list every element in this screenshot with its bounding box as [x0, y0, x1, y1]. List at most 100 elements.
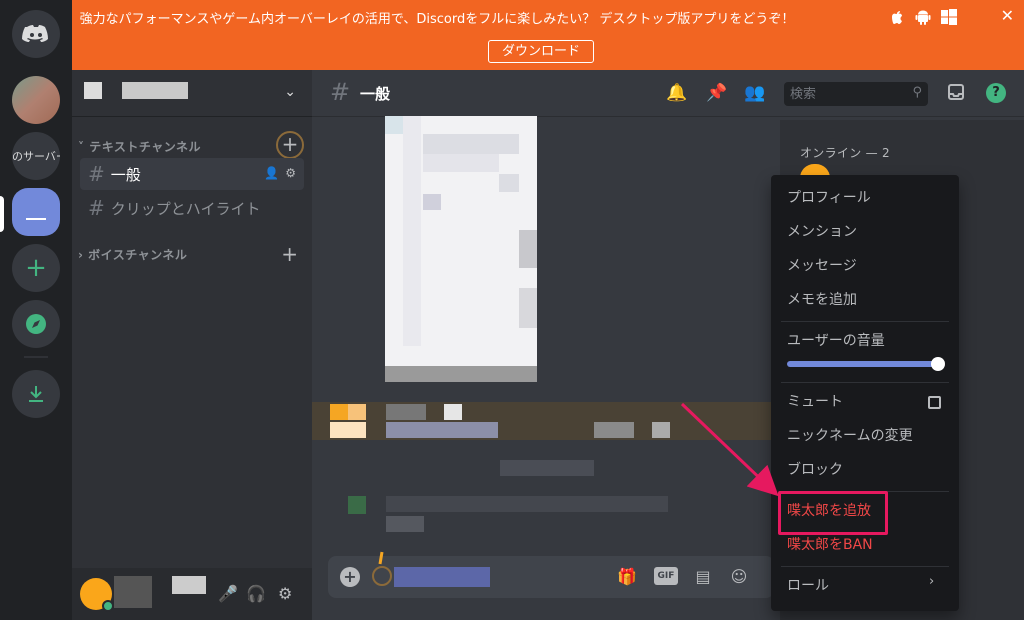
text-mosaic: [386, 516, 424, 532]
help-icon[interactable]: ?: [986, 83, 1006, 103]
apple-icon[interactable]: [888, 8, 906, 26]
mosaic-pixel: [403, 116, 421, 346]
active-server-indicator: [0, 196, 4, 232]
search-box[interactable]: ⚲: [784, 82, 928, 106]
name-mosaic: [444, 404, 462, 420]
chevron-right-icon: ›: [929, 574, 935, 589]
inbox-icon[interactable]: [946, 83, 966, 103]
download-icon: [29, 386, 43, 402]
status-indicator: [102, 600, 114, 612]
user-tag-redacted: [172, 576, 206, 594]
online-header: オンライン — 2: [800, 146, 890, 160]
menu-change-nickname[interactable]: ニックネームの変更: [779, 421, 951, 451]
discord-logo-icon: [22, 25, 48, 42]
menu-roles[interactable]: ロール: [779, 571, 951, 601]
menu-divider: [781, 321, 949, 322]
user-settings-gear-icon[interactable]: ⚙: [278, 584, 292, 603]
image-caption-bar: [385, 366, 537, 382]
text-mosaic: [386, 496, 668, 512]
mosaic-pixel: [423, 194, 441, 210]
channel-label: 一般: [110, 165, 141, 184]
mosaic-pixel: [423, 134, 519, 154]
emoji-icon[interactable]: ☺: [728, 567, 750, 587]
platform-icons: [888, 8, 958, 26]
message-input-redacted[interactable]: [394, 567, 490, 587]
user-context-menu: プロフィール メンション メッセージ メモを追加 ユーザーの音量 ミュート ニッ…: [771, 175, 959, 611]
android-icon[interactable]: [914, 8, 932, 26]
close-icon[interactable]: ✕: [1001, 6, 1014, 25]
menu-mute[interactable]: ミュート: [779, 387, 951, 417]
mosaic-pixel: [385, 116, 403, 134]
user-panel: 🎤 🎧 ⚙: [72, 568, 312, 620]
discord-home-button[interactable]: [12, 10, 60, 58]
gif-button[interactable]: GIF: [654, 567, 678, 585]
chat-header: # 一般 🔔 📌 👥 ⚲ ?: [312, 70, 1024, 117]
channel-title: 一般: [360, 85, 391, 103]
text-mosaic: [652, 422, 670, 438]
plus-icon: +: [276, 131, 304, 159]
download-banner: 強力なパフォーマンスやゲーム内オーバーレイの活用で、Discordをフルに楽しみ…: [0, 0, 1024, 70]
highlighted-message[interactable]: [312, 402, 772, 440]
gift-icon[interactable]: 🎁: [616, 567, 638, 587]
server-avatar[interactable]: [12, 76, 60, 124]
menu-message[interactable]: メッセージ: [779, 251, 951, 281]
cursor-ring-icon: [372, 551, 392, 586]
pin-icon[interactable]: 📌: [706, 83, 727, 103]
image-attachment[interactable]: [385, 116, 537, 382]
channel-tools: 👤 ⚙: [264, 166, 296, 180]
menu-mention[interactable]: メンション: [779, 217, 951, 247]
download-apps-button[interactable]: [12, 370, 60, 418]
menu-volume-label: ユーザーの音量: [787, 333, 885, 349]
plus-icon: +: [25, 253, 47, 283]
mosaic-pixel: [519, 230, 537, 268]
menu-add-note[interactable]: メモを追加: [779, 285, 951, 315]
hash-icon: #: [88, 196, 105, 220]
chevron-down-icon[interactable]: ⌄: [284, 84, 296, 100]
windows-icon[interactable]: [940, 8, 958, 26]
invite-icon[interactable]: 👤: [264, 166, 279, 180]
avatar-mosaic: [330, 404, 348, 420]
sticker-icon[interactable]: ▤: [692, 567, 714, 587]
server-active[interactable]: [12, 188, 60, 236]
mute-checkbox[interactable]: [928, 396, 941, 409]
search-input[interactable]: [784, 82, 896, 106]
bell-icon[interactable]: 🔔: [666, 83, 687, 103]
headphones-icon[interactable]: 🎧: [246, 584, 266, 603]
channel-sidebar: ⌄ ˅ テキストチャンネル + # 一般 👤 ⚙ # クリップとハイライト › …: [72, 70, 312, 620]
category-label: テキストチャンネル: [89, 140, 201, 154]
server-name-redacted: [84, 82, 102, 99]
create-voice-channel-button[interactable]: +: [281, 242, 298, 266]
menu-divider: [781, 382, 949, 383]
create-text-channel-button[interactable]: +: [276, 131, 304, 159]
server-name-redacted-2: [122, 82, 188, 99]
volume-slider-knob[interactable]: [931, 357, 945, 371]
volume-slider-track[interactable]: [787, 361, 937, 367]
channel-general[interactable]: # 一般 👤 ⚙: [80, 158, 304, 190]
voice-channel-category[interactable]: › ボイスチャンネル: [78, 246, 187, 263]
avatar-mosaic: [348, 404, 366, 420]
menu-block[interactable]: ブロック: [779, 455, 951, 485]
server-header[interactable]: ⌄: [72, 70, 312, 117]
username-redacted: [114, 576, 152, 608]
members-icon[interactable]: 👥: [744, 83, 765, 103]
rail-divider: [24, 356, 48, 358]
text-channel-category[interactable]: ˅ テキストチャンネル: [78, 138, 201, 155]
message-composer[interactable]: + 🎁 GIF ▤ ☺: [328, 551, 774, 598]
download-button[interactable]: ダウンロード: [488, 40, 594, 63]
channel-clips[interactable]: # クリップとハイライト: [80, 192, 304, 224]
add-server-button[interactable]: +: [12, 244, 60, 292]
explore-servers-button[interactable]: [12, 300, 60, 348]
server-initials: [26, 218, 46, 220]
gear-icon[interactable]: ⚙: [285, 166, 296, 180]
server-my-server[interactable]: のサーバー: [12, 132, 60, 180]
mosaic-pixel: [423, 154, 499, 172]
hash-icon: #: [330, 78, 351, 106]
mosaic-pixel: [499, 174, 519, 192]
avatar-mosaic: [348, 496, 366, 514]
mute-mic-icon[interactable]: 🎤: [218, 584, 238, 603]
text-mosaic: [386, 422, 498, 438]
search-icon: ⚲: [912, 85, 922, 100]
add-attachment-icon[interactable]: +: [340, 567, 360, 587]
avatar-mosaic: [330, 422, 366, 438]
menu-profile[interactable]: プロフィール: [779, 183, 951, 213]
